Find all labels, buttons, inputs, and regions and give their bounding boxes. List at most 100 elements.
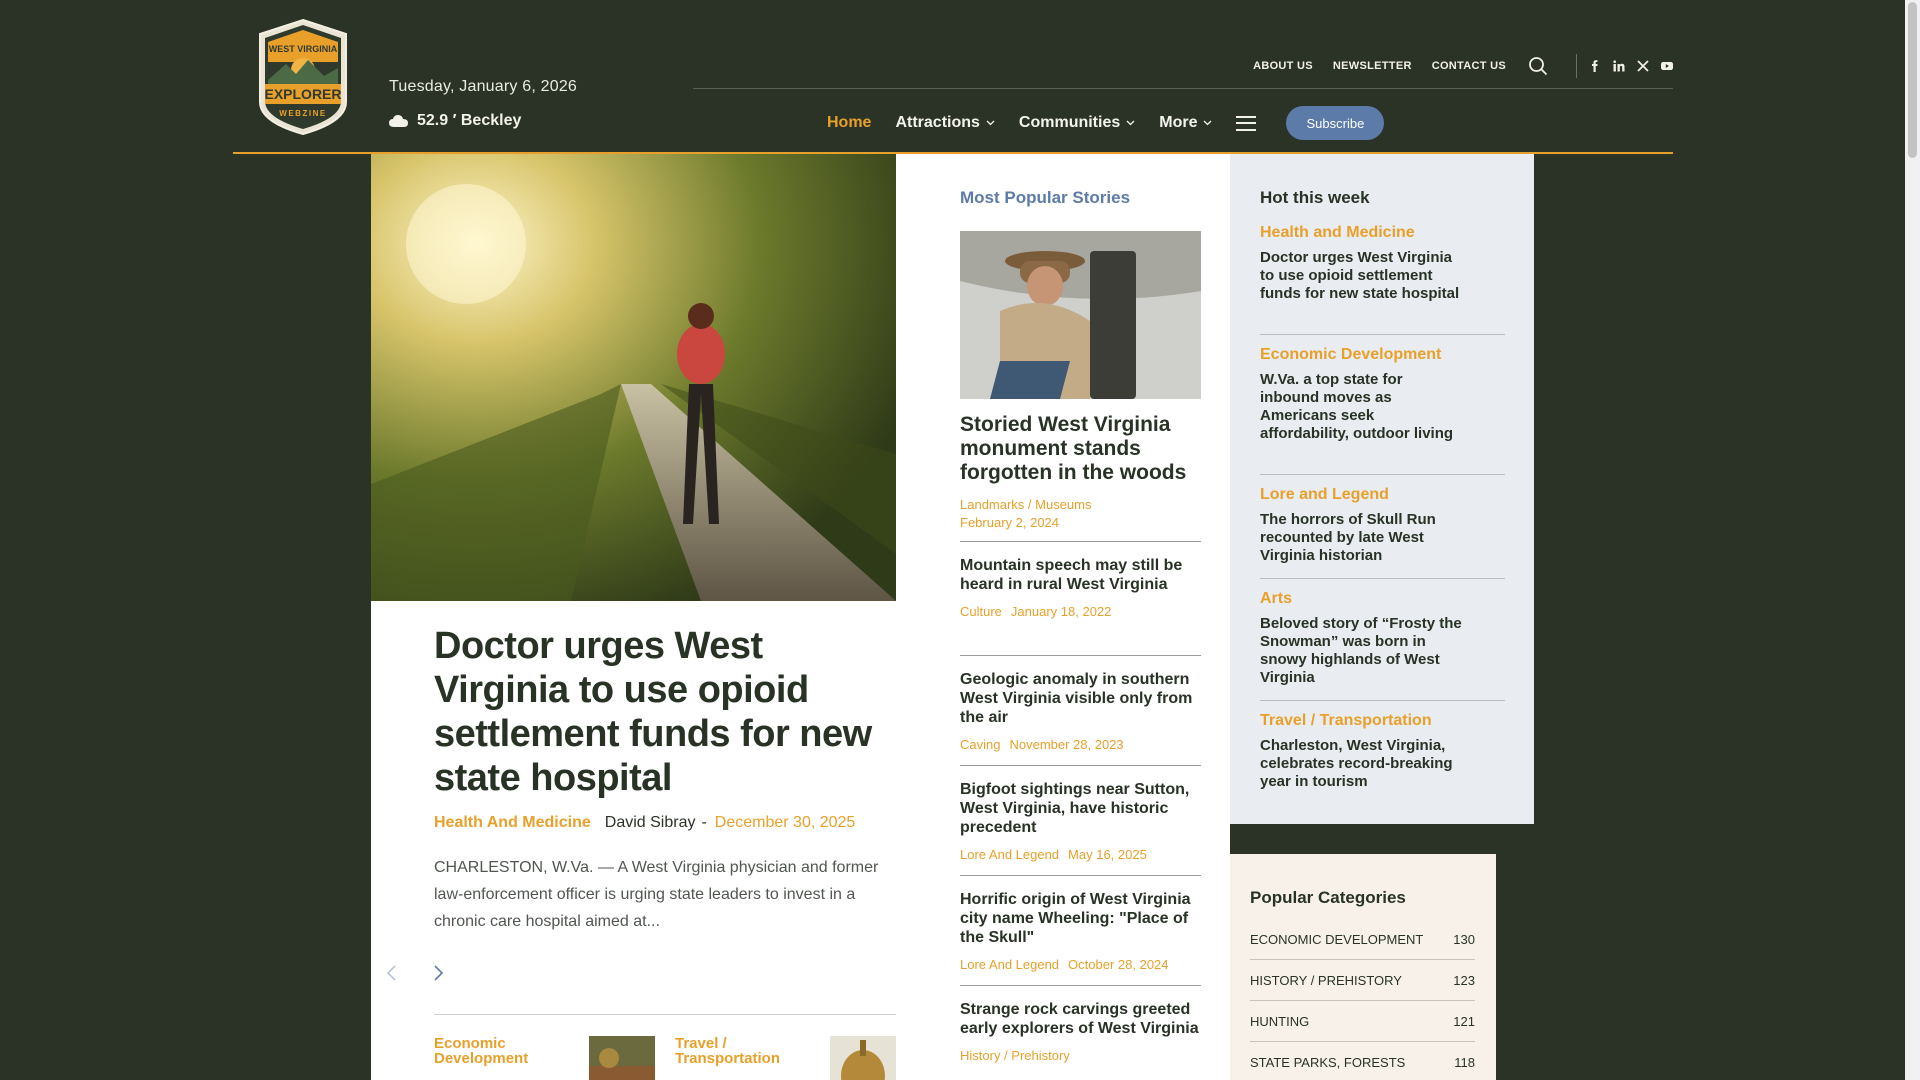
hot-item-title[interactable]: Doctor urges West Virginia to use opioid… (1260, 249, 1465, 303)
chevron-down-icon (1126, 120, 1135, 126)
svg-text:WEST VIRGINIA: WEST VIRGINIA (269, 44, 338, 54)
slider-card-category[interactable]: Economic Development (434, 1036, 574, 1066)
linkedin-icon[interactable] (1613, 60, 1625, 72)
facebook-icon[interactable] (1589, 60, 1601, 72)
contact-us-link[interactable]: CONTACT US (1432, 60, 1506, 72)
category-name[interactable]: History / Prehistory (1250, 973, 1402, 988)
site-header: WEST VIRGINIA EXPLORER WEBZINE Tuesday, … (233, 0, 1673, 153)
popular-item-date: January 18, 2022 (1010, 604, 1112, 619)
chevron-down-icon (986, 120, 995, 126)
most-popular-section: Most Popular Stories Storied West Virgin… (896, 154, 1230, 1080)
hot-item-category[interactable]: Health and Medicine (1260, 224, 1505, 242)
slider-card-thumbnail[interactable] (589, 1036, 655, 1080)
popular-item-category[interactable]: Culture (960, 604, 1002, 619)
search-icon[interactable] (1528, 56, 1548, 76)
x-twitter-icon[interactable] (1637, 60, 1649, 72)
popular-item[interactable]: Mountain speech may still be heard in ru… (960, 541, 1201, 619)
nav-home[interactable]: Home (827, 114, 871, 132)
about-us-link[interactable]: ABOUT US (1253, 60, 1313, 72)
hot-item[interactable]: Lore and Legend The horrors of Skull Run… (1260, 486, 1505, 575)
hot-item[interactable]: Economic Development W.Va. a top state f… (1260, 346, 1505, 453)
hot-divider (1260, 700, 1505, 701)
hot-item-category[interactable]: Arts (1260, 590, 1505, 608)
popular-item[interactable]: Geologic anomaly in southern West Virgin… (960, 655, 1201, 752)
hot-item-category[interactable]: Economic Development (1260, 346, 1505, 364)
popular-item-title[interactable]: Horrific origin of West Virginia city na… (960, 890, 1201, 947)
popular-lead-title[interactable]: Storied West Virginia monument stands fo… (960, 413, 1201, 485)
popular-lead-category[interactable]: Landmarks / Museums (960, 496, 1092, 514)
chevron-left-icon[interactable] (385, 964, 397, 982)
weather-reading: 52.9 ′ Beckley (417, 112, 522, 129)
hot-item-title[interactable]: The horrors of Skull Run recounted by la… (1260, 511, 1465, 565)
svg-text:WEBZINE: WEBZINE (279, 109, 326, 118)
popular-item[interactable]: Bigfoot sightings near Sutton, West Virg… (960, 765, 1201, 862)
top-utility-nav: ABOUT US NEWSLETTER CONTACT US (1233, 54, 1673, 78)
nav-attractions-label: Attractions (895, 114, 980, 131)
popular-item-category[interactable]: Caving (960, 737, 1000, 752)
popular-lead-date: February 2, 2024 (960, 515, 1060, 530)
slider-card-category[interactable]: Travel / Transportation (675, 1036, 815, 1066)
meta-separator: - (701, 814, 707, 831)
popular-item-title[interactable]: Strange rock carvings greeted early expl… (960, 1000, 1201, 1038)
hot-item-category[interactable]: Lore and Legend (1260, 486, 1505, 504)
hot-item-category[interactable]: Travel / Transportation (1260, 712, 1505, 730)
menu-icon[interactable] (1236, 115, 1257, 131)
featured-meta: Health And Medicine David Sibray - Decem… (434, 814, 855, 832)
popular-item-category[interactable]: Lore And Legend (960, 957, 1059, 972)
hot-item-title[interactable]: Charleston, West Virginia, celebrates re… (1260, 737, 1465, 791)
featured-image[interactable] (371, 154, 896, 601)
featured-excerpt: CHARLESTON, W.Va. — A West Virginia phys… (434, 859, 879, 930)
popular-item-title[interactable]: Mountain speech may still be heard in ru… (960, 556, 1201, 594)
hot-item[interactable]: Health and Medicine Doctor urges West Vi… (1260, 224, 1505, 313)
nav-communities[interactable]: Communities (1019, 114, 1135, 132)
hot-item-title[interactable]: W.Va. a top state for inbound moves as A… (1260, 371, 1465, 443)
slider-card[interactable]: Travel / Transportation (675, 1036, 896, 1080)
category-name[interactable]: Hunting (1250, 1014, 1309, 1029)
chevron-right-icon[interactable] (433, 964, 445, 982)
slider-divider (434, 1014, 896, 1015)
hot-item[interactable]: Arts Beloved story of “Frosty the Snowma… (1260, 590, 1505, 697)
popular-lead-meta: Landmarks / Museums February 2, 2024 (960, 496, 1092, 532)
newsletter-link[interactable]: NEWSLETTER (1333, 60, 1412, 72)
category-count: 118 (1454, 1054, 1475, 1070)
category-row[interactable]: History / Prehistory 123 (1250, 960, 1475, 1001)
popular-item-category[interactable]: History / Prehistory (960, 1048, 1070, 1063)
popular-lead-image[interactable] (960, 231, 1201, 399)
category-name[interactable]: State Parks, Forests (1250, 1055, 1405, 1070)
hot-item-title[interactable]: Beloved story of “Frosty the Snowman” wa… (1260, 615, 1465, 687)
popular-item-date: October 28, 2024 (1068, 957, 1169, 972)
slider-card[interactable]: Economic Development (434, 1036, 664, 1080)
category-count: 123 (1453, 972, 1475, 988)
slider-card-thumbnail[interactable] (830, 1036, 896, 1080)
site-logo[interactable]: WEST VIRGINIA EXPLORER WEBZINE (256, 18, 350, 136)
current-date: Tuesday, January 6, 2026 (389, 78, 578, 95)
nav-attractions[interactable]: Attractions (895, 114, 995, 132)
category-name[interactable]: Economic Development (1250, 932, 1423, 947)
subscribe-button[interactable]: Subscribe (1286, 106, 1385, 140)
chevron-down-icon (1204, 120, 1212, 126)
popular-item[interactable]: Strange rock carvings greeted early expl… (960, 985, 1201, 1063)
most-popular-heading: Most Popular Stories (960, 188, 1131, 207)
hot-divider (1260, 474, 1505, 475)
youtube-icon[interactable] (1661, 60, 1673, 72)
popular-item-title[interactable]: Bigfoot sightings near Sutton, West Virg… (960, 780, 1201, 837)
featured-article: Doctor urges West Virginia to use opioid… (371, 154, 896, 1080)
popular-item-date: May 16, 2025 (1068, 847, 1147, 862)
featured-author[interactable]: David Sibray (605, 814, 696, 832)
popular-item-title[interactable]: Geologic anomaly in southern West Virgin… (960, 670, 1201, 727)
featured-title[interactable]: Doctor urges West Virginia to use opioid… (434, 624, 896, 800)
page-scrollbar[interactable] (1905, 0, 1920, 1080)
category-row[interactable]: State Parks, Forests 118 (1250, 1042, 1475, 1080)
hot-item[interactable]: Travel / Transportation Charleston, West… (1260, 712, 1505, 801)
main-nav: Home Attractions Communities More Subscr… (827, 106, 1385, 140)
category-row[interactable]: Hunting 121 (1250, 1001, 1475, 1042)
nav-divider (1576, 54, 1577, 78)
nav-more[interactable]: More (1159, 114, 1212, 132)
category-row[interactable]: Economic Development 130 (1250, 919, 1475, 960)
popular-item[interactable]: Horrific origin of West Virginia city na… (960, 875, 1201, 972)
hot-this-week-section: Hot this week Health and Medicine Doctor… (1230, 154, 1534, 824)
scrollbar-thumb[interactable] (1908, 2, 1917, 158)
featured-category[interactable]: Health And Medicine (434, 814, 591, 832)
popular-item-category[interactable]: Lore And Legend (960, 847, 1059, 862)
weather-widget: 52.9 ′ Beckley (389, 112, 521, 130)
